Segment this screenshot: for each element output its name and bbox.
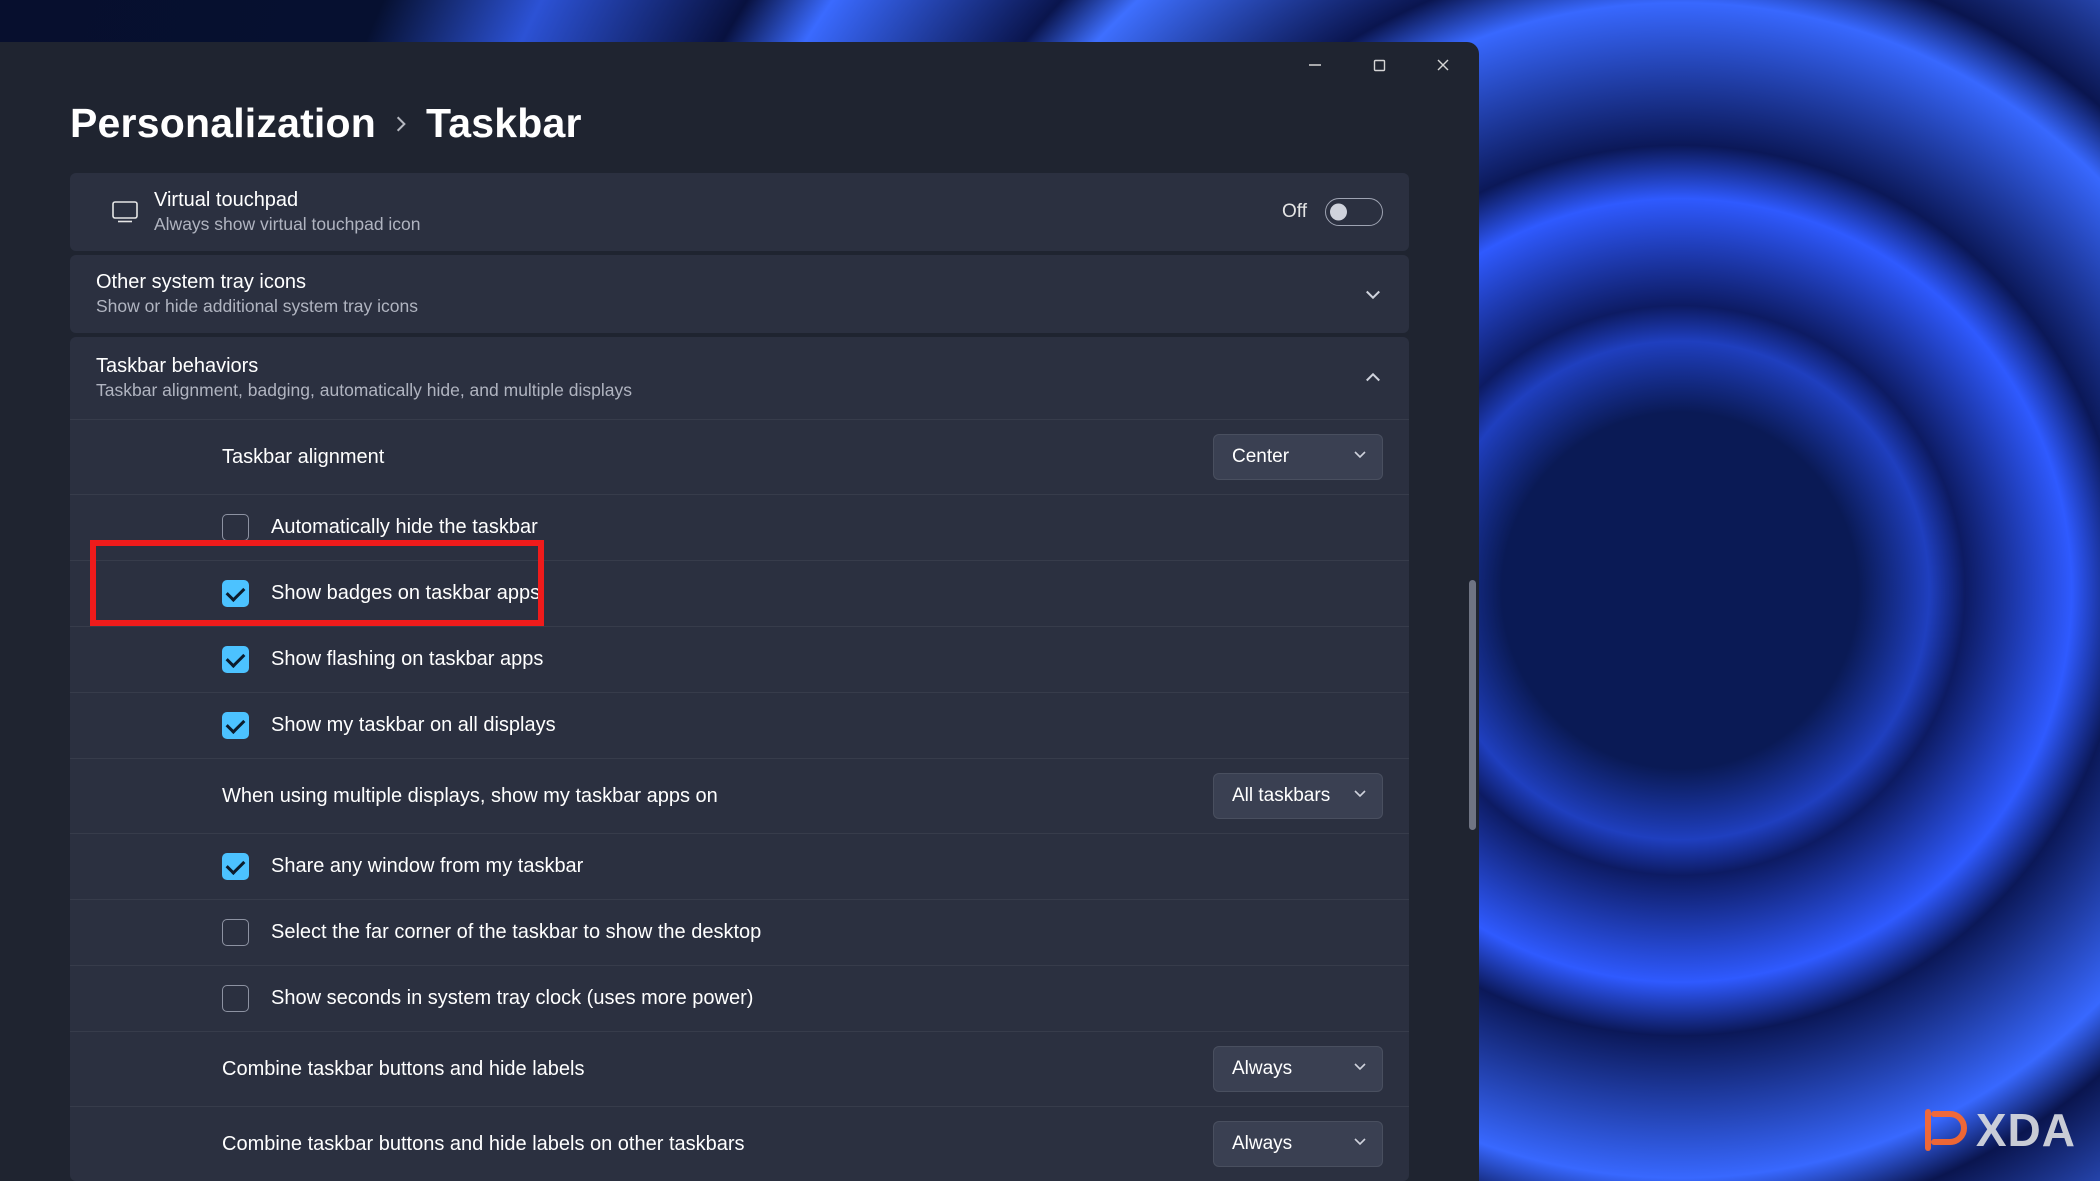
auto-hide-checkbox[interactable] — [222, 514, 249, 541]
flashing-checkbox[interactable] — [222, 646, 249, 673]
share-window-label: Share any window from my taskbar — [271, 855, 1383, 878]
virtual-touchpad-subtitle: Always show virtual touchpad icon — [154, 214, 1282, 235]
far-corner-checkbox[interactable] — [222, 919, 249, 946]
chevron-right-icon — [392, 108, 410, 140]
scrollbar[interactable] — [1469, 580, 1476, 830]
chevron-down-icon — [1352, 1058, 1368, 1080]
all-displays-checkbox[interactable] — [222, 712, 249, 739]
combine-other-value: Always — [1232, 1133, 1292, 1155]
badges-checkbox[interactable] — [222, 580, 249, 607]
combine-buttons-label: Combine taskbar buttons and hide labels — [222, 1058, 1213, 1081]
all-displays-row[interactable]: Show my taskbar on all displays — [70, 692, 1409, 758]
chevron-down-icon — [1363, 284, 1383, 304]
badges-label: Show badges on taskbar apps — [271, 582, 1383, 605]
auto-hide-row[interactable]: Automatically hide the taskbar — [70, 494, 1409, 560]
breadcrumb: Personalization Taskbar — [70, 100, 1409, 147]
minimize-button[interactable] — [1283, 42, 1347, 88]
share-window-row[interactable]: Share any window from my taskbar — [70, 833, 1409, 899]
multi-display-apps-row: When using multiple displays, show my ta… — [70, 758, 1409, 833]
virtual-touchpad-toggle[interactable] — [1325, 198, 1383, 226]
combine-other-label: Combine taskbar buttons and hide labels … — [222, 1133, 1213, 1156]
close-button[interactable] — [1411, 42, 1475, 88]
taskbar-alignment-row: Taskbar alignment Center — [70, 419, 1409, 494]
other-tray-icons-row[interactable]: Other system tray icons Show or hide add… — [70, 255, 1409, 333]
chevron-down-icon — [1352, 1133, 1368, 1155]
seconds-label: Show seconds in system tray clock (uses … — [271, 987, 1383, 1010]
badges-row[interactable]: Show badges on taskbar apps — [70, 560, 1409, 626]
other-tray-title: Other system tray icons — [96, 271, 1363, 294]
behaviors-title: Taskbar behaviors — [96, 355, 1363, 378]
multi-display-apps-label: When using multiple displays, show my ta… — [222, 785, 1213, 808]
xda-logo-icon — [1920, 1106, 1968, 1154]
taskbar-alignment-dropdown[interactable]: Center — [1213, 434, 1383, 480]
chevron-up-icon — [1363, 368, 1383, 388]
seconds-row[interactable]: Show seconds in system tray clock (uses … — [70, 965, 1409, 1031]
virtual-touchpad-title: Virtual touchpad — [154, 189, 1282, 212]
seconds-checkbox[interactable] — [222, 985, 249, 1012]
all-displays-label: Show my taskbar on all displays — [271, 714, 1383, 737]
watermark-text: XDA — [1976, 1103, 2076, 1157]
chevron-down-icon — [1352, 785, 1368, 807]
virtual-touchpad-state: Off — [1282, 201, 1307, 223]
touchpad-icon — [96, 201, 154, 223]
taskbar-alignment-label: Taskbar alignment — [222, 446, 1213, 469]
combine-other-row: Combine taskbar buttons and hide labels … — [70, 1106, 1409, 1181]
taskbar-behaviors-header[interactable]: Taskbar behaviors Taskbar alignment, bad… — [70, 337, 1409, 419]
other-tray-subtitle: Show or hide additional system tray icon… — [96, 296, 1363, 317]
chevron-down-icon — [1352, 446, 1368, 468]
share-window-checkbox[interactable] — [222, 853, 249, 880]
maximize-button[interactable] — [1347, 42, 1411, 88]
behaviors-subtitle: Taskbar alignment, badging, automaticall… — [96, 380, 1363, 401]
taskbar-alignment-value: Center — [1232, 446, 1289, 468]
taskbar-behaviors-section: Taskbar behaviors Taskbar alignment, bad… — [70, 337, 1409, 1181]
flashing-label: Show flashing on taskbar apps — [271, 648, 1383, 671]
breadcrumb-parent[interactable]: Personalization — [70, 100, 376, 147]
auto-hide-label: Automatically hide the taskbar — [271, 516, 1383, 539]
combine-other-dropdown[interactable]: Always — [1213, 1121, 1383, 1167]
far-corner-label: Select the far corner of the taskbar to … — [271, 921, 1383, 944]
combine-buttons-dropdown[interactable]: Always — [1213, 1046, 1383, 1092]
watermark: XDA — [1920, 1103, 2076, 1157]
multi-display-apps-dropdown[interactable]: All taskbars — [1213, 773, 1383, 819]
breadcrumb-current: Taskbar — [426, 100, 582, 147]
multi-display-apps-value: All taskbars — [1232, 785, 1330, 807]
far-corner-row[interactable]: Select the far corner of the taskbar to … — [70, 899, 1409, 965]
settings-window: Personalization Taskbar Virtual touchpad… — [0, 42, 1479, 1181]
combine-buttons-value: Always — [1232, 1058, 1292, 1080]
virtual-touchpad-row[interactable]: Virtual touchpad Always show virtual tou… — [70, 173, 1409, 251]
combine-buttons-row: Combine taskbar buttons and hide labels … — [70, 1031, 1409, 1106]
flashing-row[interactable]: Show flashing on taskbar apps — [70, 626, 1409, 692]
titlebar — [0, 42, 1479, 88]
